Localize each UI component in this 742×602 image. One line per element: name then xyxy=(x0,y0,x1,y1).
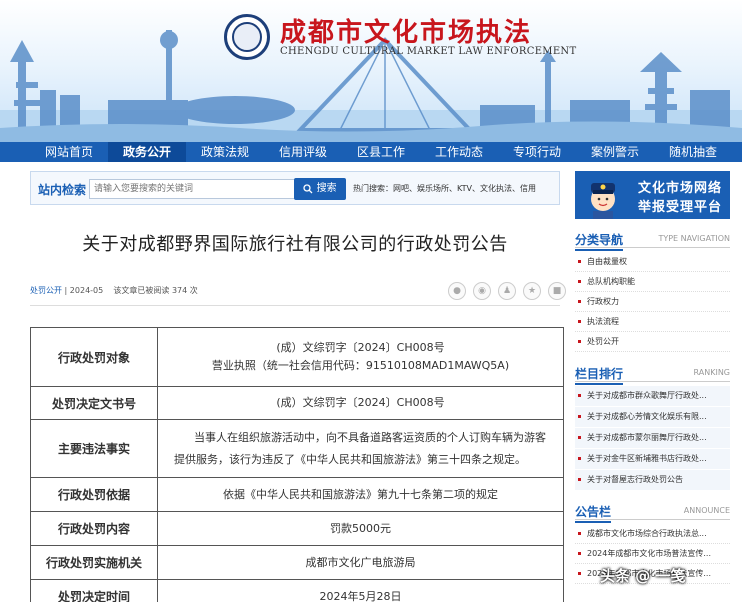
penalty-document-number: (成）文综罚字〔2024〕CH008号 xyxy=(276,341,445,354)
table-cell-label: 行政处罚依据 xyxy=(30,477,158,512)
table-cell-value: (成）文综罚字〔2024〕CH008号 xyxy=(157,386,564,420)
hot-searches[interactable]: 热门搜索：网吧、娱乐场所、KTV、文化执法、信用 xyxy=(353,183,536,194)
nav-work-news[interactable]: 工作动态 xyxy=(420,142,498,162)
police-mascot-icon xyxy=(591,183,615,219)
table-cell-label: 行政处罚对象 xyxy=(30,327,158,387)
nav-policies[interactable]: 政策法规 xyxy=(186,142,264,162)
category-nav-list: 自由裁量权 总队机构职能 行政权力 执法流程 处罚公开 xyxy=(575,252,730,352)
ranking-list: 关于对成都市群众歌舞厅行政处... 关于对成都心芳情文化娱乐有限... 关于对成… xyxy=(575,386,730,490)
nav-random-inspection[interactable]: 随机抽查 xyxy=(654,142,732,162)
table-row: 主要违法事实 当事人在组织旅游活动中，向不具备道路客运资质的个人订购车辆为游客提… xyxy=(30,419,564,478)
table-cell-label: 行政处罚内容 xyxy=(30,511,158,546)
notice-en: ANNOUNCE xyxy=(683,506,730,515)
table-cell-value: 成都市文化广电旅游局 xyxy=(157,545,564,580)
sidebar-nav-item[interactable]: 执法流程 xyxy=(575,312,730,332)
table-cell-label: 处罚决定文书号 xyxy=(30,386,158,420)
table-cell-value: (成）文综罚字〔2024〕CH008号 营业执照（统一社会信用代码：915101… xyxy=(157,327,564,387)
article-category-link[interactable]: 处罚公开 xyxy=(30,286,62,295)
table-cell-value: 2024年5月28日 xyxy=(157,579,564,602)
table-row: 处罚决定文书号 (成）文综罚字〔2024〕CH008号 xyxy=(30,386,564,420)
site-title: 成都市文化市场执法 xyxy=(280,18,533,48)
category-nav-en: TYPE NAVIGATION xyxy=(658,234,730,243)
category-nav-title: 分类导航 xyxy=(575,231,624,251)
search-input[interactable] xyxy=(89,179,315,199)
sidebar-section-header: 栏目排行 RANKING xyxy=(575,364,730,385)
nav-credit-rating[interactable]: 信用评级 xyxy=(264,142,342,162)
nav-district-work[interactable]: 区县工作 xyxy=(342,142,420,162)
notice-item[interactable]: 2024年成都市文化市场普法宣传... xyxy=(575,544,730,564)
table-cell-label: 处罚决定时间 xyxy=(30,579,158,602)
site-logo[interactable] xyxy=(224,14,270,60)
sidebar-nav-item[interactable]: 处罚公开 xyxy=(575,332,730,352)
table-row: 行政处罚依据 依据《中华人民共和国旅游法》第九十七条第二项的规定 xyxy=(30,477,564,512)
ranking-item[interactable]: 关于对金牛区新埔雅书店行政处... xyxy=(575,449,730,469)
report-banner-line1: 文化市场网络 xyxy=(638,181,723,196)
nav-special-actions[interactable]: 专项行动 xyxy=(498,142,576,162)
nav-home[interactable]: 网站首页 xyxy=(30,142,108,162)
article-views: 该文章已被阅读 374 次 xyxy=(113,286,198,295)
notice-title: 公告栏 xyxy=(575,503,612,523)
sidebar-nav-item[interactable]: 自由裁量权 xyxy=(575,252,730,272)
nav-government-affairs[interactable]: 政务公开 xyxy=(108,142,186,162)
table-row: 行政处罚对象 (成）文综罚字〔2024〕CH008号 营业执照（统一社会信用代码… xyxy=(30,327,564,387)
ranking-en: RANKING xyxy=(693,368,730,377)
search-button[interactable]: 搜索 xyxy=(294,178,346,200)
table-row: 处罚决定时间 2024年5月28日 xyxy=(30,579,564,602)
ranking-item[interactable]: 关于对督屋志行政处罚公告 xyxy=(575,470,730,490)
table-cell-value: 罚款5000元 xyxy=(157,511,564,546)
notice-item[interactable]: 成都市文化市场综合行政执法总... xyxy=(575,524,730,544)
search-button-label: 搜索 xyxy=(316,183,337,194)
site-search-bar: 站内检索 搜索 热门搜索：网吧、娱乐场所、KTV、文化执法、信用 xyxy=(30,171,560,205)
report-platform-banner[interactable]: 文化市场网络 举报受理平台 xyxy=(575,171,730,219)
article-meta: 处罚公开 | 2024-05 该文章已被阅读 374 次 xyxy=(30,285,198,296)
ranking-item[interactable]: 关于对成都市蒙尔丽舞厅行政处... xyxy=(575,428,730,448)
share-buttons: ● ◉ ♟ ★ ■ xyxy=(448,282,566,300)
ranking-item[interactable]: 关于对成都市群众歌舞厅行政处... xyxy=(575,386,730,406)
nav-case-warnings[interactable]: 案例警示 xyxy=(576,142,654,162)
douban-share-icon[interactable]: ■ xyxy=(548,282,566,300)
penalty-info-table: 行政处罚对象 (成）文综罚字〔2024〕CH008号 营业执照（统一社会信用代码… xyxy=(30,327,564,602)
sidebar-nav-item[interactable]: 总队机构职能 xyxy=(575,272,730,292)
table-cell-label: 行政处罚实施机关 xyxy=(30,545,158,580)
ranking-item[interactable]: 关于对成都心芳情文化娱乐有限... xyxy=(575,407,730,427)
table-cell-value: 依据《中华人民共和国旅游法》第九十七条第二项的规定 xyxy=(157,477,564,512)
meta-spacer xyxy=(106,286,111,295)
sidebar: 分类导航 TYPE NAVIGATION 自由裁量权 总队机构职能 行政权力 执… xyxy=(575,230,730,584)
watermark-text: 头条 @ 一笺 xyxy=(600,567,686,585)
search-label: 站内检索 xyxy=(38,183,87,197)
table-row: 行政处罚实施机关 成都市文化广电旅游局 xyxy=(30,545,564,580)
site-header: 成都市文化市场执法 CHENGDU CULTURAL MARKET LAW EN… xyxy=(0,0,742,142)
article-title: 关于对成都野界国际旅行社有限公司的行政处罚公告 xyxy=(82,234,508,255)
qq-share-icon[interactable]: ♟ xyxy=(498,282,516,300)
ranking-title: 栏目排行 xyxy=(575,365,624,385)
report-banner-line2: 举报受理平台 xyxy=(638,200,723,215)
article-date: 2024-05 xyxy=(69,286,104,295)
table-cell-label: 主要违法事实 xyxy=(30,419,158,478)
main-nav: 网站首页 政务公开 政策法规 信用评级 区县工作 工作动态 专项行动 案例警示 … xyxy=(0,142,742,162)
site-subtitle: CHENGDU CULTURAL MARKET LAW ENFORCEMENT xyxy=(280,46,577,57)
table-cell-value: 当事人在组织旅游活动中，向不具备道路客运资质的个人订购车辆为游客提供服务，该行为… xyxy=(157,419,564,478)
search-icon xyxy=(303,184,313,194)
business-license: 营业执照（统一社会信用代码：91510108MAD1MAWQ5A) xyxy=(211,359,510,372)
table-row: 行政处罚内容 罚款5000元 xyxy=(30,511,564,546)
qzone-share-icon[interactable]: ★ xyxy=(523,282,541,300)
sidebar-section-header: 分类导航 TYPE NAVIGATION xyxy=(575,230,730,251)
weibo-share-icon[interactable]: ◉ xyxy=(473,282,491,300)
wechat-share-icon[interactable]: ● xyxy=(448,282,466,300)
sidebar-section-header: 公告栏 ANNOUNCE xyxy=(575,502,730,523)
meta-divider xyxy=(30,305,560,306)
sidebar-nav-item[interactable]: 行政权力 xyxy=(575,292,730,312)
